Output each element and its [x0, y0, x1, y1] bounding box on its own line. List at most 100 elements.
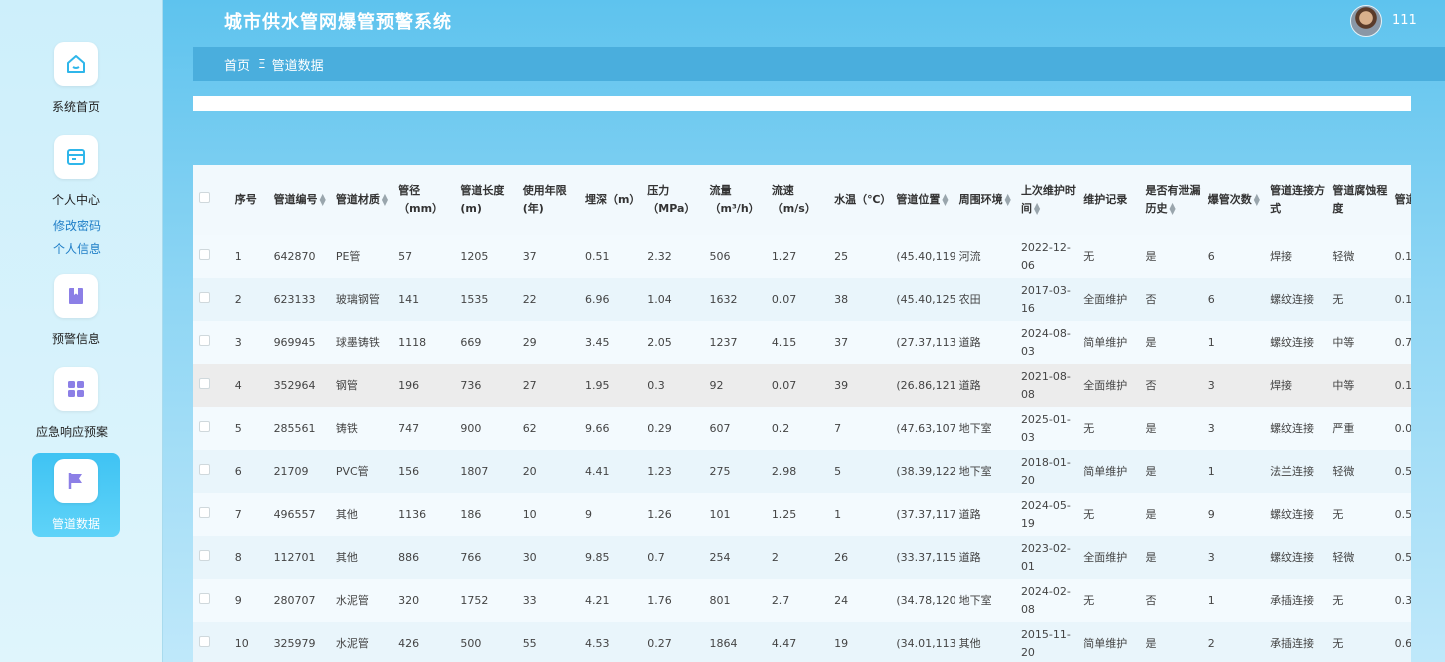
row-checkbox-cell[interactable]	[193, 536, 231, 579]
row-checkbox-cell[interactable]	[193, 450, 231, 493]
nav-emergency-plan-label: 应急响应预案	[35, 425, 108, 439]
table-cell: 其他	[331, 493, 395, 536]
column-header[interactable]: 爆管次数 ▲ ▼	[1203, 165, 1267, 235]
column-header[interactable]: 管道编号 ▲ ▼	[269, 165, 332, 235]
sort-icon[interactable]: ▲ ▼	[1005, 193, 1011, 207]
breadcrumb-home[interactable]: 首页	[224, 55, 250, 74]
row-checkbox[interactable]	[199, 291, 210, 303]
table-cell: 2021-08-08	[1016, 364, 1080, 407]
table-cell: 5	[230, 407, 270, 450]
table-cell: 20	[518, 450, 581, 493]
table-cell: 地下室	[954, 579, 1017, 622]
table-cell: 轻微	[1328, 235, 1391, 278]
table-cell: 0.29	[643, 407, 706, 450]
column-header[interactable]: 序号	[230, 165, 270, 235]
column-header[interactable]: 管道腐蚀程度	[1328, 165, 1391, 235]
table-cell: 426	[394, 622, 457, 662]
table-cell: 焊接	[1266, 235, 1329, 278]
table-cell: 2018-01-20	[1016, 450, 1080, 493]
table-cell: 螺纹连接	[1266, 321, 1329, 364]
breadcrumb-separator: Ξ	[258, 57, 266, 71]
table-row[interactable]: 3 969945 球墨铸铁 1118 669 29 3.45 2.05 1237 4.15 37 (2…	[193, 321, 1411, 364]
table-cell: 37	[830, 321, 893, 364]
table-cell: 0.58	[1390, 493, 1411, 536]
row-checkbox-cell[interactable]	[193, 364, 231, 407]
column-header[interactable]: 管道振动	[1390, 165, 1411, 235]
column-header[interactable]: 埋深（m）	[580, 165, 644, 235]
row-checkbox[interactable]	[199, 635, 210, 647]
column-header[interactable]: 压力（MPa）	[643, 165, 706, 235]
column-header[interactable]: 管道材质 ▲ ▼	[331, 165, 395, 235]
nav-home[interactable]: 系统首页	[32, 36, 120, 120]
row-checkbox-cell[interactable]	[193, 493, 231, 536]
row-checkbox[interactable]	[199, 248, 210, 260]
table-cell: 1864	[705, 622, 768, 662]
nav-emergency-plan[interactable]: 应急响应预案	[32, 361, 120, 445]
table-row[interactable]: 4 352964 钢管 196 736 27 1.95 0.3 92 0.07 39 (26.86,1…	[193, 364, 1411, 407]
column-header[interactable]: 管道长度(m)	[456, 165, 519, 235]
row-checkbox[interactable]	[199, 549, 210, 561]
table-row[interactable]: 5 285561 铸铁 747 900 62 9.66 0.29 607 0.2 7 (47.63,1…	[193, 407, 1411, 450]
book-icon	[54, 274, 98, 318]
column-header[interactable]: 使用年限(年)	[518, 165, 581, 235]
select-all-checkbox-cell[interactable]	[193, 165, 231, 235]
row-checkbox[interactable]	[199, 334, 210, 346]
table-cell: 0.01	[1390, 407, 1411, 450]
nav-personal-center[interactable]: 个人中心	[32, 129, 120, 213]
row-checkbox[interactable]	[199, 377, 210, 389]
column-header[interactable]: 管径（mm）	[394, 165, 457, 235]
sort-icon[interactable]: ▲ ▼	[382, 193, 388, 207]
table-cell: 4.53	[580, 622, 644, 662]
row-checkbox-cell[interactable]	[193, 235, 231, 278]
sort-icon[interactable]: ▲ ▼	[1034, 202, 1040, 216]
table-cell: 是	[1141, 493, 1204, 536]
table-row[interactable]: 1 642870 PE管 57 1205 37 0.51 2.32 506 1.27 25 (45.4…	[193, 235, 1411, 278]
select-all-checkbox[interactable]	[199, 192, 210, 203]
table-row[interactable]: 6 21709 PVC管 156 1807 20 4.41 1.23 275 2.98 5 (38.3…	[193, 450, 1411, 493]
personal-info-link[interactable]: 个人信息	[53, 240, 101, 257]
nav-warnings[interactable]: 预警信息	[32, 268, 120, 352]
row-checkbox-cell[interactable]	[193, 278, 231, 321]
row-checkbox[interactable]	[199, 420, 210, 432]
sort-icon[interactable]: ▲ ▼	[1254, 193, 1260, 207]
table-cell: 河流	[954, 235, 1017, 278]
column-header-label: 管道位置	[896, 193, 941, 206]
column-header[interactable]: 是否有泄漏历史 ▲ ▼	[1141, 165, 1204, 235]
sort-icon[interactable]: ▲ ▼	[1170, 202, 1176, 216]
avatar[interactable]	[1350, 5, 1382, 37]
sort-icon[interactable]: ▲ ▼	[942, 193, 948, 207]
row-checkbox-cell[interactable]	[193, 407, 231, 450]
username[interactable]: 111	[1392, 13, 1417, 28]
column-header[interactable]: 流量（m³/h）	[705, 165, 768, 235]
table-row[interactable]: 2 623133 玻璃钢管 141 1535 22 6.96 1.04 1632 0.07 38 (4…	[193, 278, 1411, 321]
table-row[interactable]: 10 325979 水泥管 426 500 55 4.53 0.27 1864 4.47 19 (34…	[193, 622, 1411, 662]
table-cell: 9	[230, 579, 270, 622]
table-cell: 2015-11-20	[1016, 622, 1080, 662]
column-header[interactable]: 维护记录	[1079, 165, 1142, 235]
table-cell: 无	[1328, 622, 1391, 662]
row-checkbox-cell[interactable]	[193, 622, 231, 662]
row-checkbox[interactable]	[199, 592, 210, 604]
row-checkbox-cell[interactable]	[193, 321, 231, 364]
table-row[interactable]: 9 280707 水泥管 320 1752 33 4.21 1.76 801 2.7 24 (34.7…	[193, 579, 1411, 622]
sort-icon[interactable]: ▲ ▼	[320, 193, 326, 207]
table-cell: 642870	[269, 235, 332, 278]
change-password-link[interactable]: 修改密码	[53, 217, 101, 234]
table-row[interactable]: 7 496557 其他 1136 186 10 9 1.26 101 1.25 1 (37.37,11…	[193, 493, 1411, 536]
table-cell: 道路	[954, 321, 1017, 364]
table-cell: 0.15	[1390, 278, 1411, 321]
table-cell: 29	[518, 321, 581, 364]
table-row[interactable]: 8 112701 其他 886 766 30 9.85 0.7 254 2 26 (33.37,115…	[193, 536, 1411, 579]
row-checkbox-cell[interactable]	[193, 579, 231, 622]
table-cell: 1	[1203, 450, 1267, 493]
row-checkbox[interactable]	[199, 463, 210, 475]
table-cell: 112701	[269, 536, 332, 579]
column-header[interactable]: 流速（m/s）	[767, 165, 831, 235]
nav-pipe-data[interactable]: 管道数据	[32, 453, 120, 537]
column-header[interactable]: 周围环境 ▲ ▼	[954, 165, 1017, 235]
column-header[interactable]: 管道位置 ▲ ▼	[892, 165, 955, 235]
row-checkbox[interactable]	[199, 506, 210, 518]
column-header[interactable]: 水温（℃）	[830, 165, 893, 235]
column-header[interactable]: 上次维护时间 ▲ ▼	[1016, 165, 1080, 235]
column-header[interactable]: 管道连接方式	[1266, 165, 1329, 235]
